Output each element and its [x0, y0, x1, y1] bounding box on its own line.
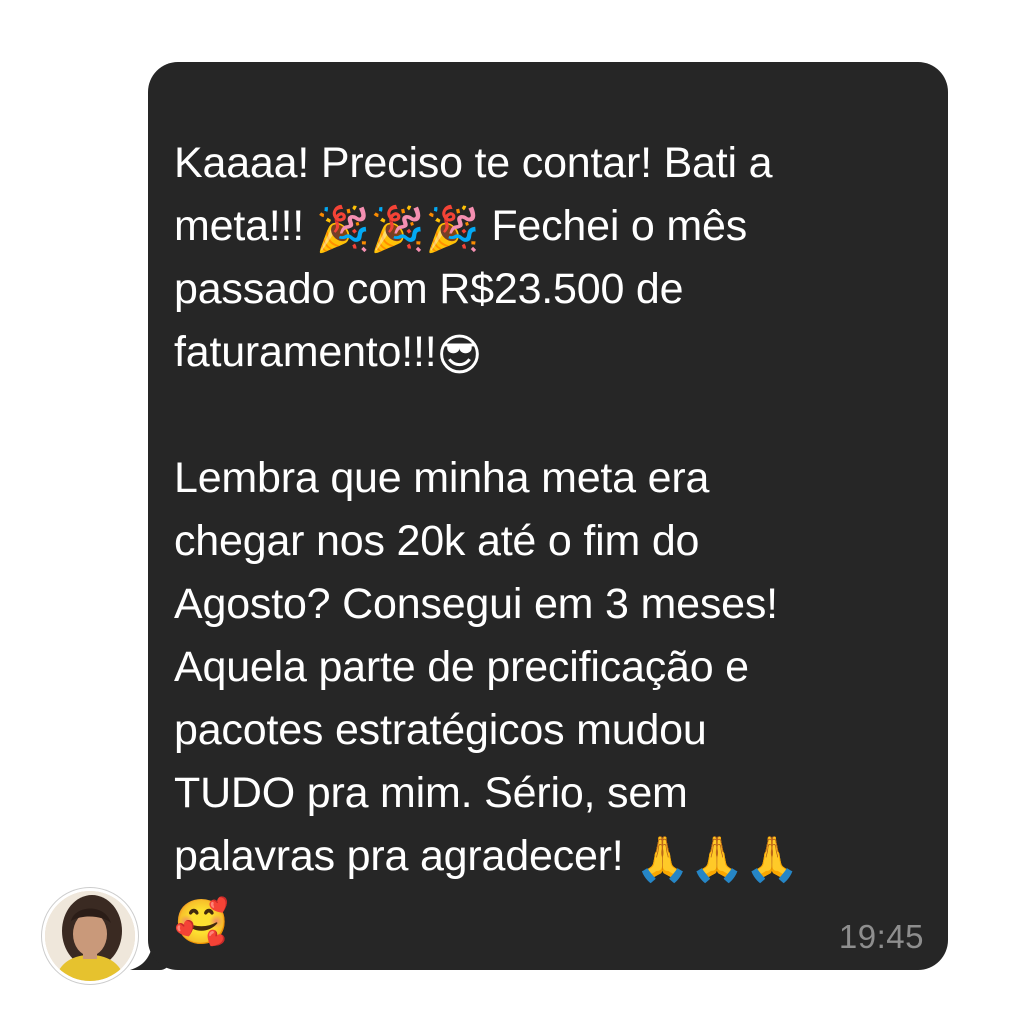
- avatar-portrait-icon: [45, 891, 135, 981]
- message-line: Fechei o mês: [491, 202, 748, 250]
- message-bubble[interactable]: Kaaaa! Preciso te contar! Bati a meta!!!…: [148, 62, 948, 970]
- smiling-face-with-hearts-icon: 🥰: [174, 897, 229, 948]
- message-line: pacotes estratégicos mudou: [174, 706, 707, 754]
- chat-screenshot: Kaaaa! Preciso te contar! Bati a meta!!!…: [0, 0, 1024, 1024]
- message-line: passado com R$23.500 de: [174, 265, 684, 313]
- folded-hands-icon: 🙏🙏🙏: [635, 834, 800, 885]
- message-line: Agosto? Consegui em 3 meses!: [174, 580, 778, 628]
- message-line: chegar nos 20k até o fim do: [174, 517, 700, 565]
- message-line: Lembra que minha meta era: [174, 454, 710, 502]
- sunglasses-face-icon: 😎: [436, 330, 483, 381]
- message-line: Aquela parte de precificação e: [174, 643, 749, 691]
- message-text: Kaaaa! Preciso te contar! Bati a meta!!!…: [174, 132, 924, 951]
- message-line: TUDO pra mim. Sério, sem: [174, 769, 688, 817]
- message-line: Kaaaa! Preciso te contar! Bati a: [174, 139, 773, 187]
- message-timestamp: 19:45: [838, 918, 924, 955]
- party-popper-icon: 🎉🎉🎉: [315, 204, 480, 255]
- message-line: palavras pra agradecer!: [174, 832, 624, 880]
- message-line: faturamento!!!: [174, 328, 437, 376]
- message-paragraph-1: Kaaaa! Preciso te contar! Bati a meta!!!…: [174, 132, 924, 384]
- message-line: meta!!!: [174, 202, 305, 250]
- contact-avatar[interactable]: [42, 888, 138, 984]
- message-paragraph-2: Lembra que minha meta era chegar nos 20k…: [174, 447, 924, 951]
